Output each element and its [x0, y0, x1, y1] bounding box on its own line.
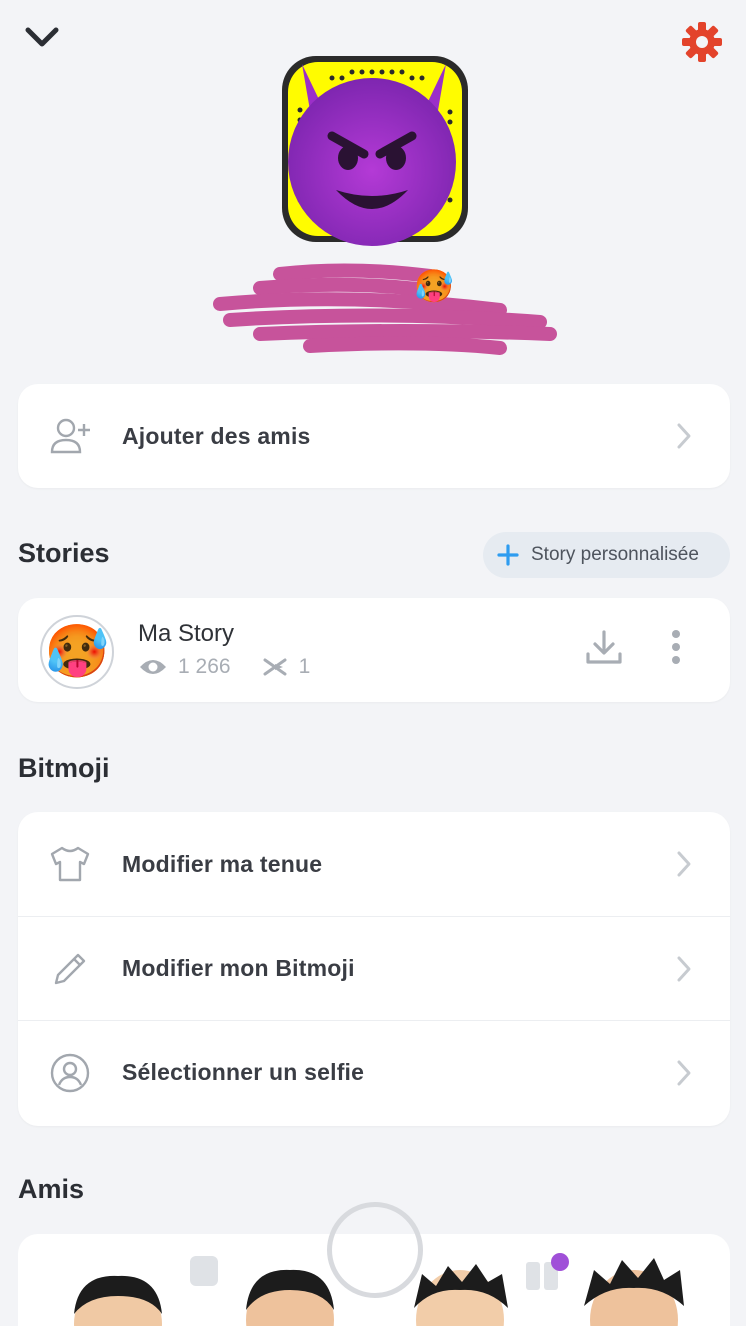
- custom-story-button[interactable]: Story personnalisée: [483, 532, 730, 578]
- views-count: 1 266: [178, 655, 231, 678]
- stories-heading: Stories: [18, 538, 110, 568]
- chevron-right-icon: [676, 1059, 692, 1087]
- snapcode[interactable]: [272, 50, 476, 250]
- status-emoji: 🥵: [414, 268, 454, 304]
- select-selfie-label: Sélectionner un selfie: [122, 1059, 365, 1085]
- friend-avatar[interactable]: [584, 1258, 684, 1326]
- edit-bitmoji-label: Modifier mon Bitmoji: [122, 955, 355, 981]
- friends-heading: Amis: [18, 1174, 85, 1204]
- story-meta: 1 266 1: [138, 655, 340, 679]
- add-friends-button[interactable]: Ajouter des amis: [18, 384, 730, 488]
- more-options-icon[interactable]: [666, 628, 686, 668]
- edit-outfit-label: Modifier ma tenue: [122, 850, 323, 877]
- add-user-icon: [48, 414, 92, 458]
- story-avatar: 🥵: [40, 615, 114, 689]
- friend-avatar[interactable]: [246, 1269, 334, 1326]
- eye-icon: [140, 660, 166, 674]
- chevron-down-icon[interactable]: [22, 20, 62, 56]
- select-selfie-button[interactable]: Sélectionner un selfie: [18, 1020, 730, 1124]
- story-avatar-emoji: 🥵: [44, 623, 110, 681]
- add-friends-card: Ajouter des amis: [18, 384, 730, 488]
- tshirt-icon: [48, 842, 92, 886]
- screenshot-icon: [263, 658, 287, 676]
- edit-outfit-button[interactable]: Modifier ma tenue: [18, 812, 730, 916]
- username-redacted: [200, 262, 570, 362]
- custom-story-label: Story personnalisée: [531, 544, 699, 565]
- selfie-icon: [48, 1051, 92, 1095]
- friend-avatar[interactable]: [74, 1275, 162, 1326]
- chevron-right-icon: [676, 850, 692, 878]
- gear-icon[interactable]: [680, 20, 724, 64]
- add-friends-label: Ajouter des amis: [122, 422, 311, 449]
- my-story-title: Ma Story: [138, 620, 235, 647]
- chevron-right-icon: [676, 422, 692, 450]
- views-stat: 1 266: [138, 655, 231, 679]
- friend-avatar[interactable]: [414, 1264, 508, 1326]
- bitmoji-card: Modifier ma tenue Modifier mon Bitmoji S…: [18, 812, 730, 1126]
- screenshots-count: 1: [298, 655, 311, 678]
- camera-capture-button[interactable]: [327, 1202, 423, 1298]
- screenshots-stat: 1: [261, 655, 311, 679]
- plus-icon: [497, 544, 519, 566]
- my-story-card[interactable]: 🥵 Ma Story 1 266 1: [18, 598, 730, 702]
- chevron-right-icon: [676, 955, 692, 983]
- download-icon[interactable]: [584, 628, 624, 668]
- bitmoji-heading: Bitmoji: [18, 753, 110, 783]
- edit-bitmoji-button[interactable]: Modifier mon Bitmoji: [18, 916, 730, 1020]
- pencil-icon: [48, 947, 92, 991]
